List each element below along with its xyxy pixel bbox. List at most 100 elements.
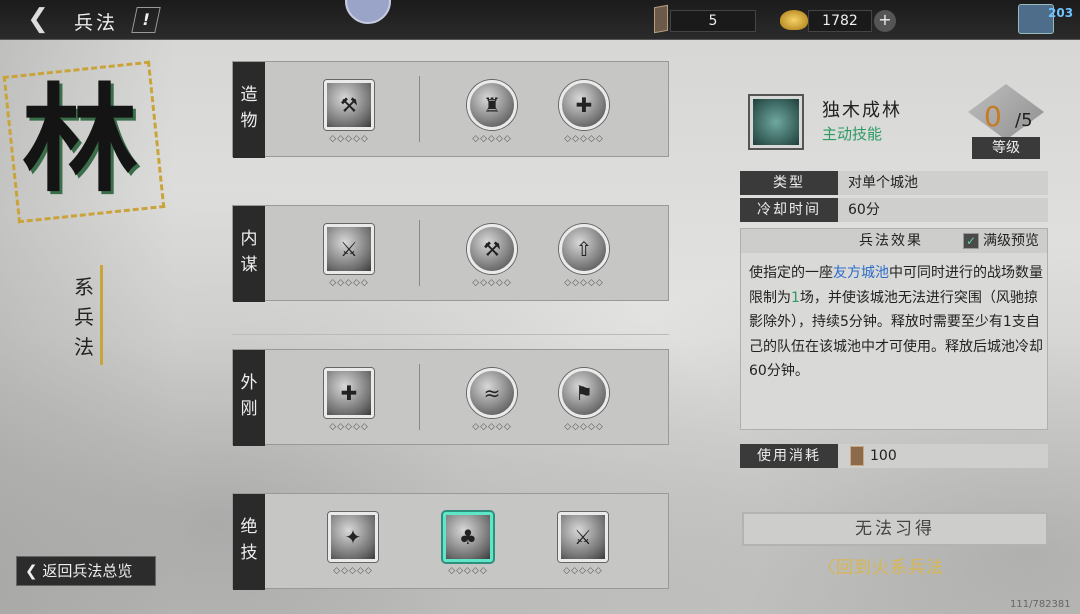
skill-slot[interactable]: ⚒ ◇◇◇◇◇	[321, 80, 377, 150]
selected-skill-icon	[750, 96, 802, 148]
effect-box: 兵法效果 ✓ 满级预览 使指定的一座友方城池中可同时进行的战场数量限制为1场，并…	[740, 228, 1048, 430]
level-max: /5	[1015, 110, 1033, 131]
row-category: 绝技	[233, 494, 265, 590]
skill-level-stars: ◇◇◇◇◇	[329, 134, 369, 144]
cooldown-value: 60分	[848, 202, 880, 218]
token-icon	[850, 446, 864, 466]
skill-glyph: ✚	[575, 93, 593, 117]
effect-text: 使指定的一座友方城池中可同时进行的战场数量限制为1场，并使该城池无法进行突围（风…	[749, 261, 1043, 384]
skill-glyph: ≈	[483, 381, 501, 405]
school-char: 林	[22, 72, 138, 208]
skill-slot[interactable]: ⚒ ◇◇◇◇◇	[464, 224, 520, 294]
skill-level-stars: ◇◇◇◇◇	[333, 566, 373, 576]
gold-ingot-icon	[780, 10, 808, 30]
chevron-left-icon: ❮	[25, 562, 43, 580]
skill-level-stars: ◇◇◇◇◇	[564, 422, 604, 432]
skill-slot[interactable]: ⚑ ◇◇◇◇◇	[556, 368, 612, 438]
skill-level-stars: ◇◇◇◇◇	[329, 278, 369, 288]
row-divider	[419, 76, 420, 142]
skill-glyph: ♜	[483, 93, 501, 117]
row-divider	[419, 364, 420, 430]
row-divider	[419, 220, 420, 286]
skill-slot[interactable]: ✦ ◇◇◇◇◇	[325, 512, 381, 582]
mail-count: 203	[1048, 6, 1074, 20]
max-preview-checkbox[interactable]: ✓	[963, 233, 979, 249]
cooldown-row: 冷却时间 60分	[740, 198, 1048, 222]
cooldown-key: 冷却时间	[740, 198, 838, 222]
skill-slot[interactable]: ≈ ◇◇◇◇◇	[464, 368, 520, 438]
cost-key: 使用消耗	[740, 444, 838, 468]
add-gold-button[interactable]: +	[874, 10, 896, 32]
effect-text-part: 使指定的一座	[749, 265, 833, 281]
skill-kind: 主动技能	[822, 125, 883, 143]
skill-glyph: ⚑	[575, 381, 593, 405]
skill-level-stars: ◇◇◇◇◇	[448, 566, 488, 576]
emblem-icon[interactable]	[345, 0, 391, 24]
back-to-fire-school-link[interactable]: 〈回到火系兵法	[818, 553, 944, 578]
skill-row-waigang: 外刚 ✚ ◇◇◇◇◇ ≈ ◇◇◇◇◇ ⚑ ◇◇◇◇◇	[232, 349, 669, 446]
skill-icon: ⚔	[324, 224, 374, 274]
skill-glyph: ♣	[459, 525, 477, 549]
row-category: 造物	[233, 62, 265, 158]
skill-row-jueji: 绝技 ✦ ◇◇◇◇◇ ♣ ◇◇◇◇◇ ⚔ ◇◇◇◇◇	[232, 493, 669, 590]
return-overview-button[interactable]: ❮ 返回兵法总览	[16, 556, 156, 586]
skill-glyph: ⚔	[340, 237, 358, 261]
return-overview-label: 返回兵法总览	[42, 562, 133, 580]
learn-button[interactable]: 无法习得	[742, 512, 1048, 546]
skill-glyph: ⚒	[340, 93, 358, 117]
back-button[interactable]: ❮	[18, 6, 58, 34]
skill-level-stars: ◇◇◇◇◇	[472, 134, 512, 144]
skill-slot[interactable]: ✚ ◇◇◇◇◇	[321, 368, 377, 438]
token-count: 5	[670, 10, 756, 32]
skill-icon: ✚	[324, 368, 374, 418]
token-icon	[654, 4, 668, 34]
skill-row-neimou: 内谋 ⚔ ◇◇◇◇◇ ⚒ ◇◇◇◇◇ ⇧ ◇◇◇◇◇	[232, 205, 669, 302]
skill-level-stars: ◇◇◇◇◇	[472, 278, 512, 288]
help-button[interactable]: !	[131, 7, 161, 33]
skill-icon: ✦	[328, 512, 378, 562]
skill-slot[interactable]: ⇧ ◇◇◇◇◇	[556, 224, 612, 294]
page-title: 兵法	[74, 12, 119, 34]
skill-slot[interactable]: ⚔ ◇◇◇◇◇	[321, 224, 377, 294]
skill-icon: ⚔	[558, 512, 608, 562]
skill-icon: ≈	[467, 368, 517, 418]
skill-slot[interactable]: ♜ ◇◇◇◇◇	[464, 80, 520, 150]
skill-slot-selected[interactable]: ♣ ◇◇◇◇◇	[440, 512, 496, 582]
skill-icon: ✚	[559, 80, 609, 130]
skill-glyph: ✚	[340, 381, 358, 405]
skill-name: 独木成林	[822, 100, 902, 121]
skill-icon: ⚒	[467, 224, 517, 274]
footer-id: 111/782381	[1010, 599, 1071, 610]
skill-level-stars: ◇◇◇◇◇	[564, 134, 604, 144]
max-preview-label[interactable]: 满级预览	[983, 229, 1039, 253]
top-bar: ❮ 兵法 ! 5 1782 + 203	[0, 0, 1080, 40]
row-category: 外刚	[233, 350, 265, 446]
effect-title: 兵法效果	[859, 233, 923, 249]
skill-level-stars: ◇◇◇◇◇	[564, 278, 604, 288]
skill-glyph: ✦	[344, 525, 362, 549]
skill-glyph: ⚒	[483, 237, 501, 261]
skill-row-zaowu: 造物 ⚒ ◇◇◇◇◇ ♜ ◇◇◇◇◇ ✚ ◇◇◇◇◇	[232, 61, 669, 158]
level-label: 等级	[972, 137, 1040, 159]
school-label: 系兵法	[74, 275, 94, 359]
type-row: 类型 对单个城池	[740, 171, 1048, 195]
skill-icon: ♣	[443, 512, 493, 562]
skill-icon: ⚒	[324, 80, 374, 130]
gold-count: 1782	[808, 10, 872, 32]
school-label-bar	[100, 265, 103, 365]
cost-row: 使用消耗 100	[740, 444, 1048, 468]
type-value: 对单个城池	[848, 175, 918, 191]
skill-icon: ⚑	[559, 368, 609, 418]
friendly-city-link[interactable]: 友方城池	[833, 265, 889, 281]
cost-value: 100	[870, 448, 897, 464]
section-separator	[232, 334, 669, 335]
row-category: 内谋	[233, 206, 265, 302]
skill-slot[interactable]: ✚ ◇◇◇◇◇	[556, 80, 612, 150]
effect-number: 1	[791, 289, 800, 306]
skill-slot[interactable]: ⚔ ◇◇◇◇◇	[555, 512, 611, 582]
skill-glyph: ⇧	[575, 237, 593, 261]
effect-header: 兵法效果 ✓ 满级预览	[741, 229, 1047, 253]
skill-icon: ⇧	[559, 224, 609, 274]
type-key: 类型	[740, 171, 838, 195]
skill-level-stars: ◇◇◇◇◇	[472, 422, 512, 432]
